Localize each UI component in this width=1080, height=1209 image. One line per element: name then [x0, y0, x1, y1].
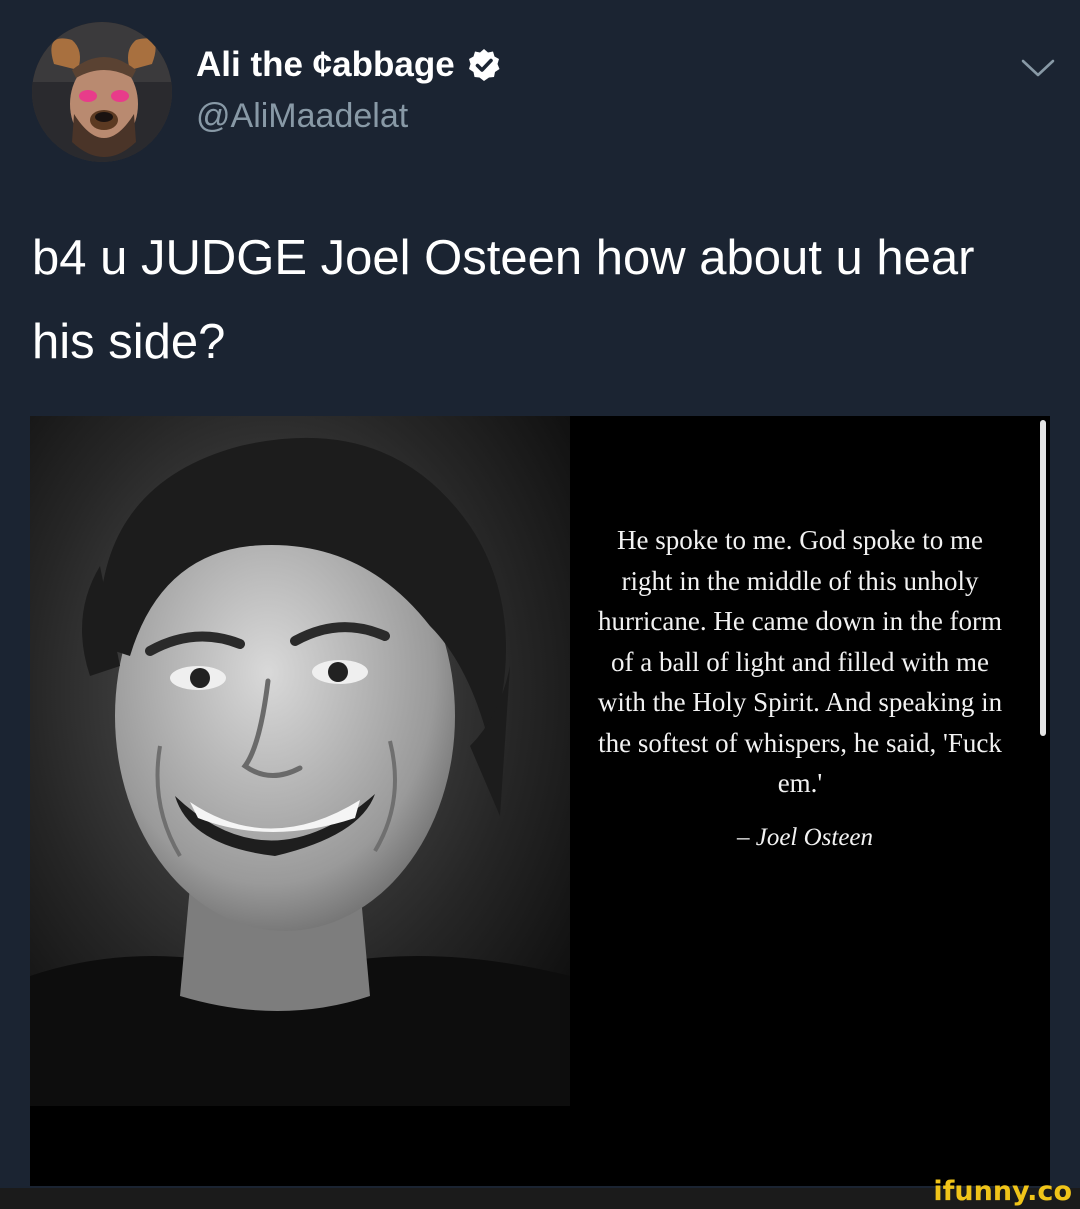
- quote-text: He spoke to me. God spoke to me right in…: [597, 525, 1003, 798]
- display-name[interactable]: Ali the ¢abbage: [196, 45, 455, 85]
- scrollbar[interactable]: [1040, 420, 1046, 736]
- ifunny-watermark: ifunny.co: [933, 1176, 1072, 1207]
- display-name-row: Ali the ¢abbage: [196, 42, 501, 88]
- verified-badge-icon: [467, 48, 501, 82]
- tweet-media-image[interactable]: He spoke to me. God spoke to me right in…: [30, 416, 1050, 1186]
- chevron-down-icon[interactable]: [1018, 56, 1058, 80]
- bottom-bar: [0, 1188, 1080, 1209]
- tweet-text: b4 u JUDGE Joel Osteen how about u hear …: [32, 231, 975, 369]
- avatar[interactable]: [32, 22, 172, 162]
- user-handle[interactable]: @AliMaadelat: [196, 97, 408, 136]
- quote-block: He spoke to me. God spoke to me right in…: [590, 520, 1010, 852]
- avatar-dog-filter-image: [32, 22, 172, 162]
- portrait-photo: [30, 416, 570, 1106]
- quote-author: – Joel Osteen: [736, 823, 874, 851]
